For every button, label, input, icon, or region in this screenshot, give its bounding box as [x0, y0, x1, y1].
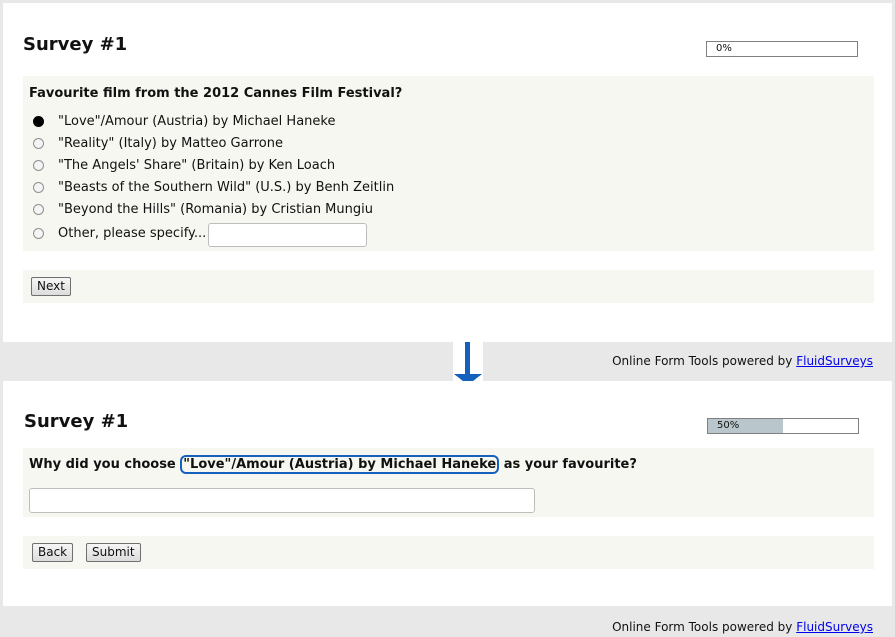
option-label: "Reality" (Italy) by Matteo Garrone: [58, 135, 283, 151]
answer-input[interactable]: [29, 488, 535, 513]
other-specify-input[interactable]: [208, 223, 367, 247]
submit-button[interactable]: Submit: [86, 543, 141, 562]
radio-button[interactable]: [33, 181, 44, 193]
radio-button[interactable]: [33, 227, 44, 239]
progress-bar: 0%: [706, 41, 858, 57]
question-box: Favourite film from the 2012 Cannes Film…: [23, 76, 874, 251]
option-label: "The Angels' Share" (Britain) by Ken Loa…: [58, 157, 336, 173]
page-title: Survey #1: [23, 34, 128, 55]
question-prefix: Why did you choose: [29, 457, 181, 472]
next-button[interactable]: Next: [31, 277, 71, 296]
question-label: Favourite film from the 2012 Cannes Film…: [29, 86, 403, 101]
page-title: Survey #1: [24, 411, 129, 432]
question-box: Why did you choose "Love"/Amour (Austria…: [23, 448, 874, 517]
arrow-down-icon: [453, 342, 483, 385]
option-label: "Love"/Amour (Austria) by Michael Haneke: [58, 113, 336, 129]
option-beasts[interactable]: "Beasts of the Southern Wild" (U.S.) by …: [33, 177, 394, 197]
nav-box: Next: [23, 270, 874, 303]
option-angels-share[interactable]: "The Angels' Share" (Britain) by Ken Loa…: [33, 155, 335, 175]
progress-bar: 50%: [707, 418, 859, 434]
footer-text: Online Form Tools powered by: [612, 354, 797, 368]
progress-label: 50%: [717, 420, 740, 431]
footer: Online Form Tools powered by FluidSurvey…: [612, 620, 873, 634]
footer: Online Form Tools powered by FluidSurvey…: [612, 354, 873, 368]
option-other[interactable]: Other, please specify...: [33, 223, 206, 243]
back-button[interactable]: Back: [32, 543, 74, 562]
option-label: Other, please specify...: [58, 225, 207, 241]
question-label: Why did you choose "Love"/Amour (Austria…: [29, 455, 637, 474]
option-label: "Beasts of the Southern Wild" (U.S.) by …: [58, 179, 395, 195]
footer-text: Online Form Tools powered by: [612, 620, 797, 634]
radio-button[interactable]: [33, 137, 44, 149]
piped-answer-highlight: "Love"/Amour (Austria) by Michael Haneke: [180, 455, 500, 474]
radio-button[interactable]: [33, 159, 44, 171]
option-beyond-hills[interactable]: "Beyond the Hills" (Romania) by Cristian…: [33, 199, 373, 219]
option-reality[interactable]: "Reality" (Italy) by Matteo Garrone: [33, 133, 283, 153]
option-label: "Beyond the Hills" (Romania) by Cristian…: [58, 201, 373, 217]
progress-label: 0%: [716, 43, 732, 54]
radio-button[interactable]: [33, 115, 44, 127]
radio-button[interactable]: [33, 203, 44, 215]
fluidsurveys-link[interactable]: FluidSurveys: [796, 354, 873, 368]
survey-step-1: Survey #1 0% Favourite film from the 201…: [3, 3, 892, 342]
option-love[interactable]: "Love"/Amour (Austria) by Michael Haneke: [33, 111, 335, 131]
question-suffix: as your favourite?: [499, 457, 637, 472]
fluidsurveys-link[interactable]: FluidSurveys: [796, 620, 873, 634]
survey-step-2: Survey #1 50% Why did you choose "Love"/…: [3, 381, 892, 606]
nav-box: Back Submit: [23, 536, 874, 569]
